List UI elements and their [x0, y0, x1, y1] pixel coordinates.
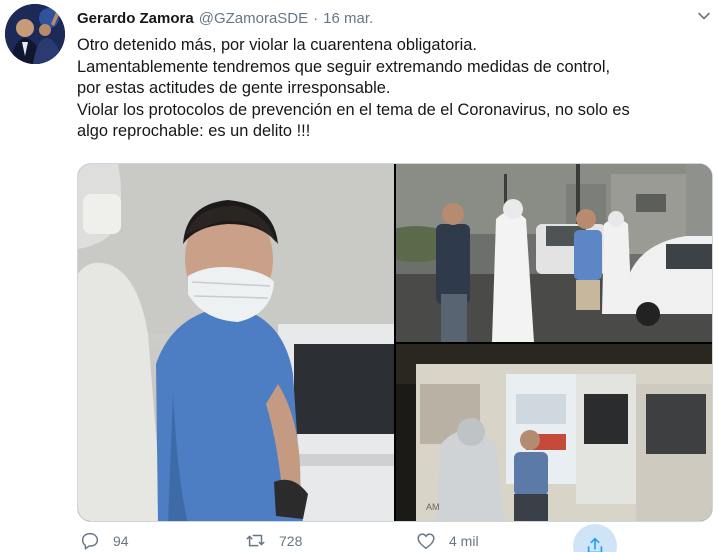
- media-grid: AM: [77, 163, 713, 522]
- retweet-count: 728: [279, 533, 303, 549]
- share-icon: [587, 537, 603, 552]
- share-button[interactable]: [573, 524, 617, 552]
- photo-street-control[interactable]: [396, 164, 712, 342]
- reply-button[interactable]: 94: [79, 530, 129, 552]
- tweet-text: Otro detenido más, por violar la cuarent…: [77, 35, 717, 143]
- tweet-text-line: algo reprochable: es un delito !!!: [77, 122, 311, 140]
- author-handle[interactable]: @GZamoraSDE: [199, 10, 308, 27]
- tweet-actions: 94 728 4 mil: [77, 524, 637, 552]
- tweet-header: Gerardo Zamora @GZamoraSDE · 16 mar.: [77, 6, 702, 30]
- chevron-down-icon[interactable]: [696, 8, 712, 24]
- tweet-date[interactable]: 16 mar.: [323, 10, 373, 27]
- retweet-icon: [246, 534, 265, 547]
- like-count: 4 mil: [449, 533, 479, 549]
- photo-detained-man[interactable]: [78, 164, 394, 521]
- heart-icon: [417, 533, 435, 550]
- retweet-button[interactable]: 728: [245, 530, 302, 552]
- like-button[interactable]: 4 mil: [415, 530, 479, 552]
- avatar[interactable]: [5, 4, 65, 64]
- tweet-text-line: por estas actitudes de gente irresponsab…: [77, 79, 391, 97]
- author-name[interactable]: Gerardo Zamora: [77, 10, 194, 27]
- reply-count: 94: [113, 533, 129, 549]
- svg-text:AM: AM: [426, 502, 440, 512]
- tweet-text-line: Lamentablemente tendremos que seguir ext…: [77, 57, 611, 76]
- tweet-text-line: Otro detenido más, por violar la cuarent…: [77, 36, 477, 54]
- separator-dot: ·: [313, 9, 319, 27]
- photo-ambulance[interactable]: AM: [396, 344, 712, 521]
- reply-icon: [81, 532, 99, 550]
- tweet-text-line: Violar los protocolos de prevención en e…: [77, 100, 630, 119]
- avatar-image: [5, 4, 65, 64]
